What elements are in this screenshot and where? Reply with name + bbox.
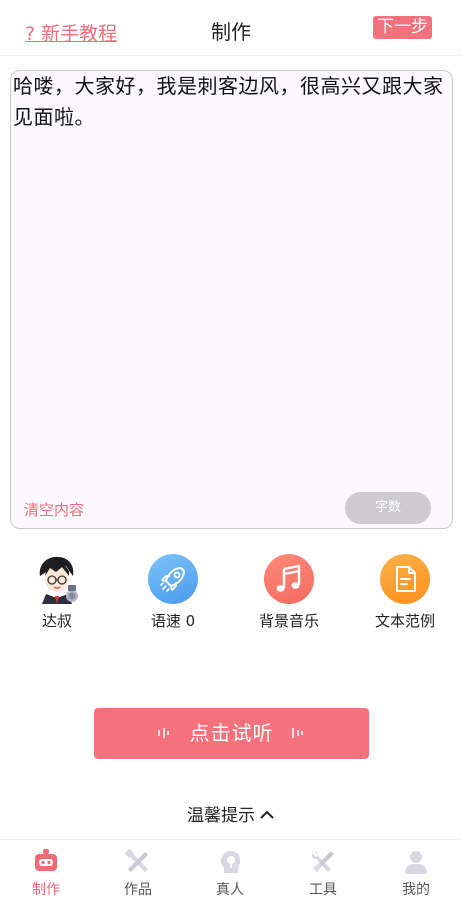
wrench-screwdriver-icon	[311, 851, 334, 872]
nav-label-mine: 我的	[402, 882, 430, 898]
char-count-badge: 字数25/20000	[345, 492, 431, 547]
clear-content-button[interactable]: 清空内容	[24, 499, 84, 520]
listen-button-label: 点击试听	[189, 721, 274, 745]
tip-label: 温馨提示	[187, 806, 255, 826]
nav-item-make[interactable]: 制作	[0, 848, 92, 899]
nav-label-tools: 工具	[309, 882, 337, 898]
editor-text[interactable]: 哈喽，大家好，我是刺客边风，很高兴又跟大家见面啦。	[13, 71, 451, 133]
nav-item-tools[interactable]: 工具	[277, 848, 369, 899]
avatar-icon	[32, 554, 82, 604]
sound-wave-right-icon	[292, 728, 303, 738]
nav-item-works[interactable]: 作品	[92, 848, 184, 899]
user-icon	[405, 851, 427, 874]
bottom-nav: 制作 作品 真人 工具 我的	[0, 839, 462, 909]
text-sample-selector[interactable]: 文本范例	[350, 554, 460, 631]
nav-item-mine[interactable]: 我的	[370, 848, 462, 899]
text-editor[interactable]: 哈喽，大家好，我是刺客边风，很高兴又跟大家见面啦。 清空内容 字数25/2000…	[10, 70, 453, 547]
header: ? 新手教程 制作 下一步	[0, 0, 462, 56]
robot-icon	[35, 849, 57, 871]
music-note-icon	[264, 554, 314, 604]
text-sample-label: 文本范例	[374, 612, 435, 630]
voice-label: 达叔	[41, 612, 72, 630]
sound-wave-left-icon	[158, 728, 169, 738]
next-step-button[interactable]: 下一步	[373, 16, 432, 39]
speed-selector[interactable]: 语速 0	[118, 554, 228, 631]
nav-label-make: 制作	[32, 882, 60, 898]
document-icon	[380, 554, 430, 604]
tools-cross-icon	[124, 848, 148, 872]
tip-toggle[interactable]: 温馨提示	[0, 801, 462, 826]
chevron-up-icon	[260, 810, 274, 819]
rocket-icon	[148, 554, 198, 604]
nav-item-real-person[interactable]: 真人	[184, 848, 276, 899]
nav-label-real-person: 真人	[216, 882, 244, 898]
speed-label: 语速 0	[150, 612, 196, 630]
nav-label-works: 作品	[124, 882, 152, 898]
background-music-label: 背景音乐	[258, 612, 319, 630]
voice-selector[interactable]: 达叔	[2, 554, 112, 631]
background-music-selector[interactable]: 背景音乐	[234, 554, 344, 631]
listen-button[interactable]: 点击试听	[94, 708, 369, 759]
head-mic-icon	[221, 850, 241, 873]
